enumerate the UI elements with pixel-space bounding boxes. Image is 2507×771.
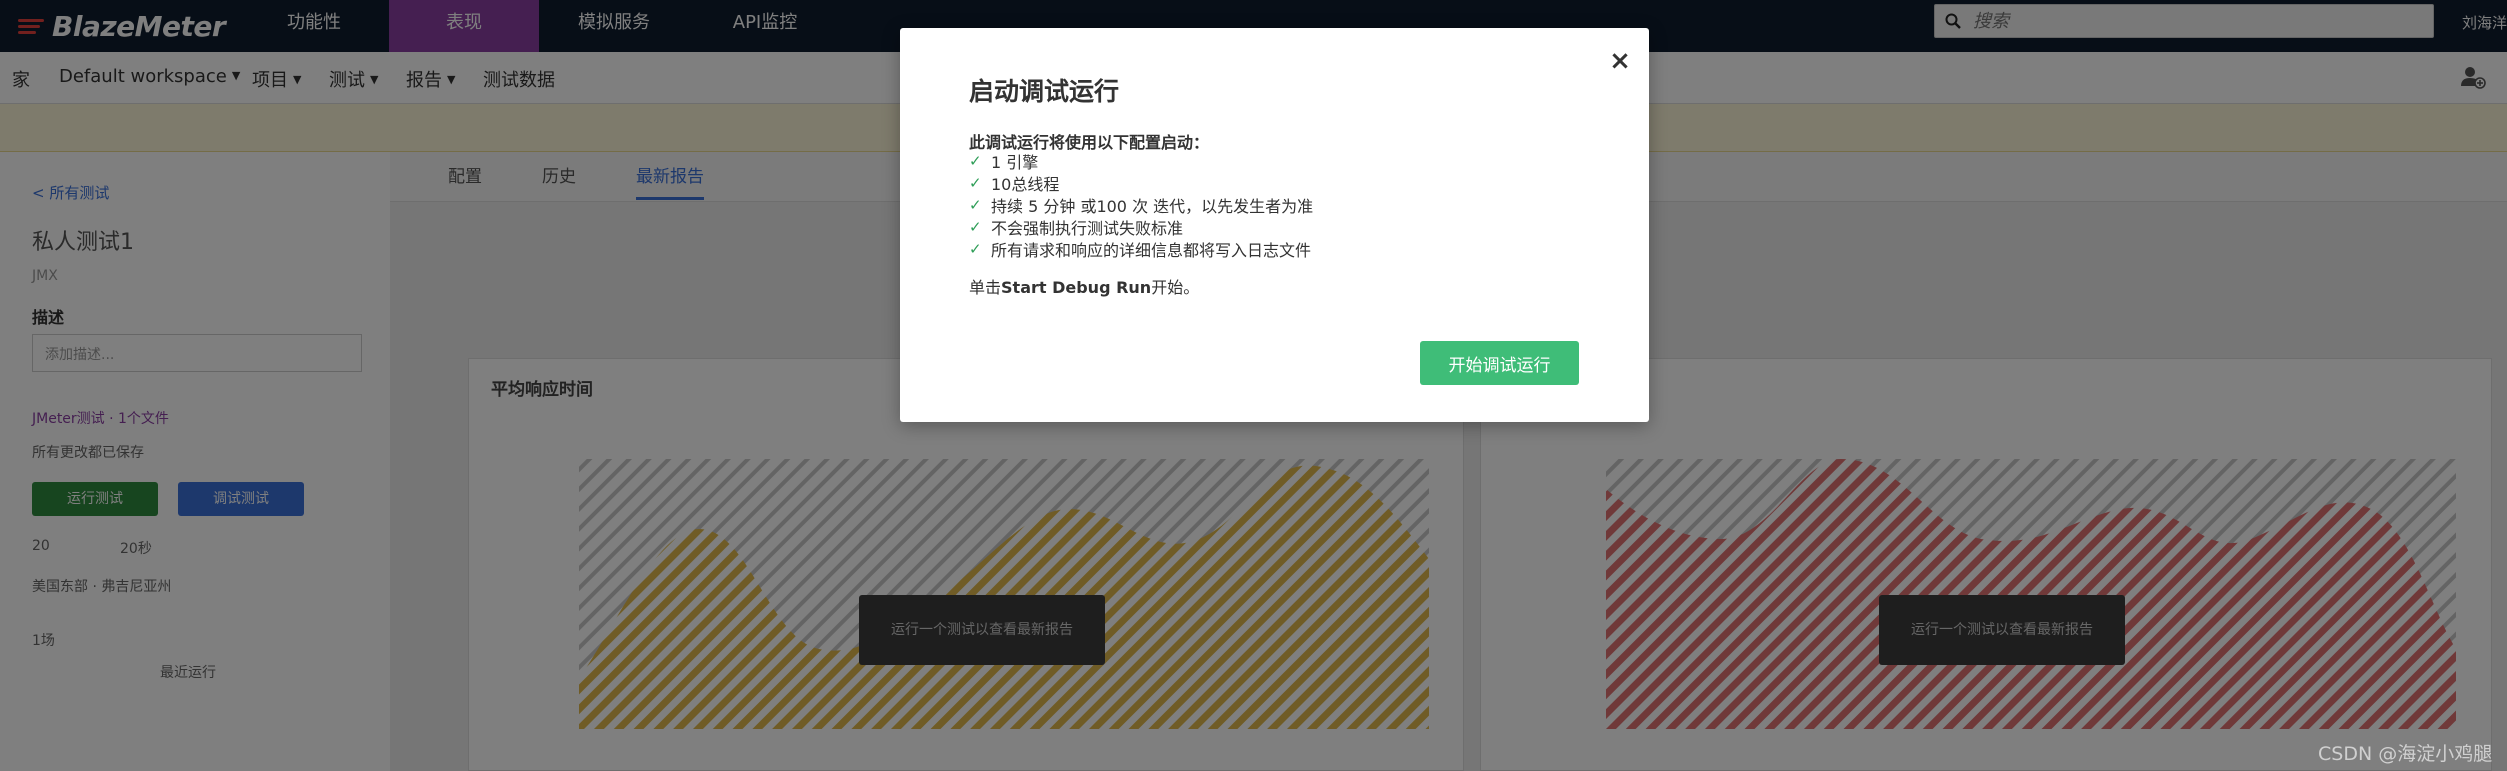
note-bold: Start Debug Run	[1001, 278, 1152, 297]
list-item: ✓ 1 引擎	[969, 150, 1313, 172]
check-icon: ✓	[969, 196, 982, 214]
configuration-list: ✓ 1 引擎 ✓ 10总线程 ✓ 持续 5 分钟 或100 次 迭代，以先发生者为准 …	[969, 150, 1313, 260]
note-suffix: 开始。	[1151, 278, 1200, 297]
check-icon: ✓	[969, 174, 982, 192]
list-item: ✓ 不会强制执行测试失败标准	[969, 216, 1313, 238]
list-item: ✓ 所有请求和响应的详细信息都将写入日志文件	[969, 238, 1313, 260]
start-debug-run-button[interactable]: 开始调试运行	[1420, 341, 1579, 385]
dialog-title: 启动调试运行	[969, 77, 1120, 106]
start-debug-run-dialog: 启动调试运行 × 此调试运行将使用以下配置启动： ✓ 1 引擎 ✓ 10总线程 ✓ 持…	[900, 28, 1649, 422]
list-item: ✓ 10总线程	[969, 172, 1313, 194]
check-icon: ✓	[969, 218, 982, 236]
note-prefix: 单击	[969, 278, 1002, 297]
list-item: ✓ 持续 5 分钟 或100 次 迭代，以先发生者为准	[969, 194, 1313, 216]
config-failure-criteria: 不会强制执行测试失败标准	[991, 219, 1184, 238]
check-icon: ✓	[969, 240, 982, 258]
check-icon: ✓	[969, 152, 982, 170]
watermark: CSDN @海淀小鸡腿	[2318, 743, 2493, 765]
config-logging: 所有请求和响应的详细信息都将写入日志文件	[991, 241, 1312, 260]
close-icon[interactable]: ×	[1607, 48, 1633, 74]
config-threads: 10总线程	[991, 175, 1060, 194]
config-engines: 1 引擎	[991, 153, 1039, 172]
config-duration: 持续 5 分钟 或100 次 迭代，以先发生者为准	[991, 197, 1314, 216]
dialog-instruction: 单击Start Debug Run开始。	[969, 274, 1199, 298]
